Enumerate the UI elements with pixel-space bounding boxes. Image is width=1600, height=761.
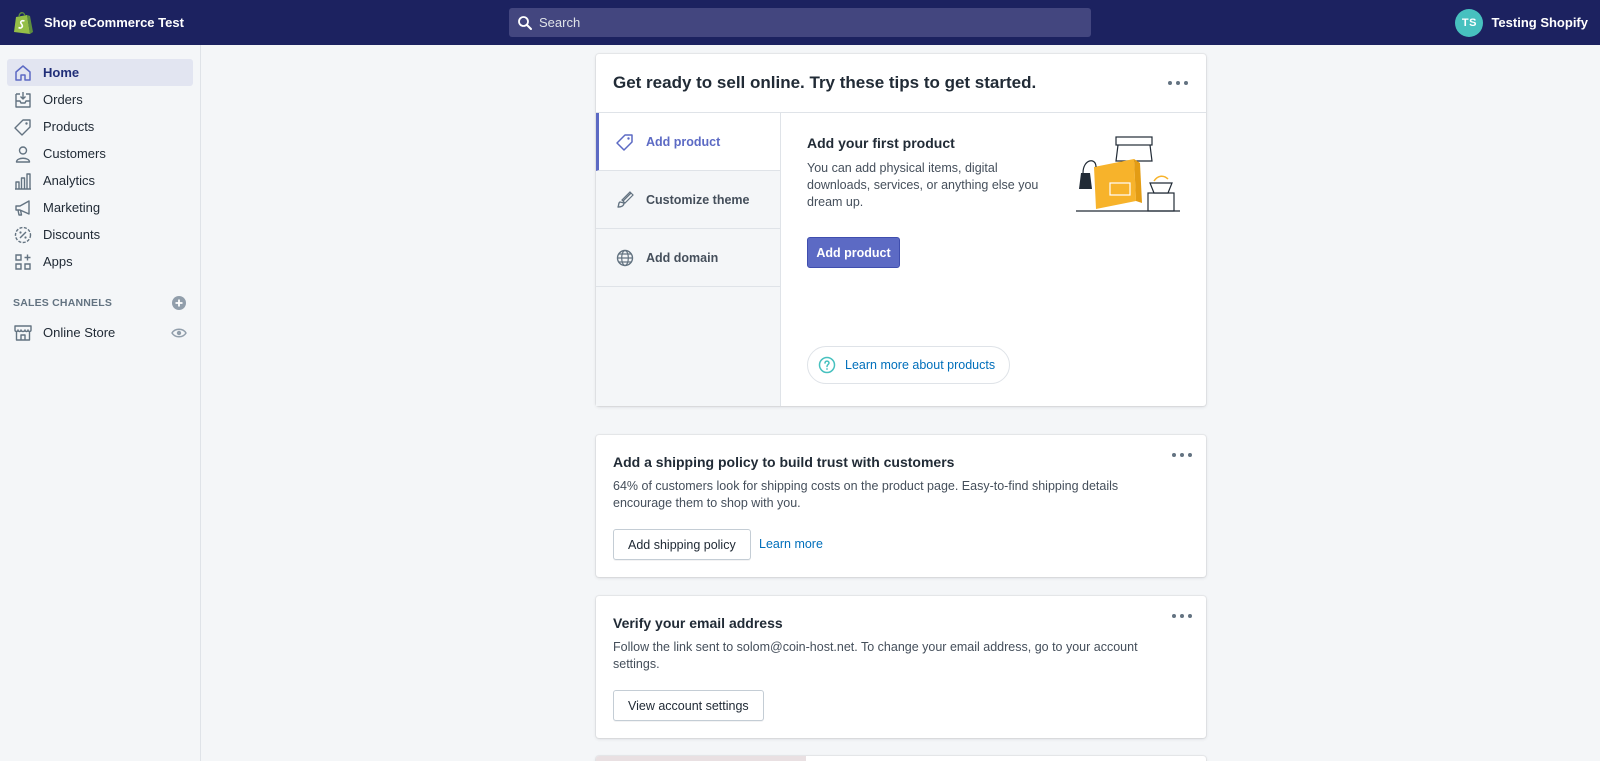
tab-add-domain[interactable]: Add domain [596, 229, 780, 287]
store-icon [14, 324, 32, 341]
globe-icon [616, 249, 634, 266]
brand[interactable]: Shop eCommerce Test [12, 0, 184, 45]
sidebar-item-discounts[interactable]: Discounts [7, 221, 193, 248]
sidebar: Home Orders Products Customers Analytics… [0, 45, 201, 761]
sidebar-item-label: Customers [43, 146, 106, 161]
sidebar-item-label: Apps [43, 254, 73, 269]
megaphone-icon [15, 199, 30, 216]
sidebar-nav: Home Orders Products Customers Analytics… [0, 45, 200, 275]
sidebar-item-label: Discounts [43, 227, 101, 242]
learn-more-link[interactable]: Learn more [759, 537, 823, 551]
sidebar-item-products[interactable]: Products [7, 113, 193, 140]
shipping-policy-card: Add a shipping policy to build trust wit… [596, 435, 1206, 577]
tag-icon [14, 118, 31, 136]
view-account-settings-button[interactable]: View account settings [613, 690, 764, 721]
more-actions-icon[interactable] [1172, 449, 1192, 461]
tab-add-product[interactable]: Add product [596, 113, 780, 171]
discount-icon [14, 226, 32, 243]
user-menu[interactable]: TS Testing Shopify [1455, 0, 1588, 45]
panel-description: You can add physical items, digital down… [807, 161, 1039, 209]
user-name: Testing Shopify [1491, 15, 1588, 30]
more-actions-icon[interactable] [1172, 610, 1192, 622]
tab-label: Add product [646, 134, 721, 149]
add-shipping-policy-button[interactable]: Add shipping policy [613, 529, 751, 560]
tips-card: Get ready to sell online. Try these tips… [596, 54, 1206, 406]
verify-email-card: Verify your email address Follow the lin… [596, 596, 1206, 738]
online-store-label: Online Store [43, 325, 116, 340]
tab-label: Customize theme [646, 192, 750, 207]
sales-channels-title: SALES CHANNELS [13, 297, 113, 309]
panel-title: Add your first product [807, 135, 955, 151]
avatar: TS [1455, 8, 1484, 37]
sidebar-item-apps[interactable]: Apps [7, 248, 193, 275]
tab-customize-theme[interactable]: Customize theme [596, 171, 780, 229]
orders-icon [15, 91, 31, 108]
card-image [596, 756, 806, 761]
shopify-logo-icon [14, 11, 33, 34]
sidebar-item-home[interactable]: Home [7, 59, 193, 86]
search-placeholder: Search [539, 15, 581, 30]
sidebar-item-label: Orders [43, 92, 83, 107]
shipping-card-description: 64% of customers look for shipping costs… [613, 479, 1119, 510]
paintbrush-icon [617, 190, 634, 208]
search-icon [518, 15, 532, 30]
add-channel-icon[interactable] [171, 295, 187, 311]
sidebar-item-analytics[interactable]: Analytics [7, 167, 193, 194]
bar-chart-icon [15, 172, 31, 190]
tips-tabs: Add product Customize theme Add domain [596, 113, 781, 406]
search-input[interactable]: Search [509, 8, 1091, 37]
tag-icon [616, 133, 633, 151]
apps-icon [15, 253, 31, 270]
more-actions-icon[interactable] [1168, 77, 1188, 89]
home-icon [15, 64, 31, 81]
tab-label: Add domain [646, 250, 719, 265]
sidebar-item-orders[interactable]: Orders [7, 86, 193, 113]
store-name: Shop eCommerce Test [44, 15, 184, 30]
product-illustration [1076, 136, 1180, 212]
tab-panel-add-product: Add your first product You can add physi… [807, 113, 1187, 406]
learn-more-products-link[interactable]: Learn more about products [807, 346, 1011, 384]
sidebar-item-label: Products [43, 119, 95, 134]
email-card-title: Verify your email address [613, 615, 783, 631]
help-circle-icon [818, 356, 836, 374]
sidebar-item-marketing[interactable]: Marketing [7, 194, 193, 221]
top-bar: Shop eCommerce Test Search TS Testing Sh… [0, 0, 1600, 45]
shipping-card-title: Add a shipping policy to build trust wit… [613, 454, 955, 470]
sidebar-item-label: Home [43, 65, 80, 80]
learn-more-products-text: Learn more about products [845, 358, 996, 372]
sidebar-item-label: Analytics [43, 173, 96, 188]
sales-channels-header: SALES CHANNELS [0, 293, 200, 313]
next-card [596, 756, 1206, 761]
person-icon [15, 145, 31, 163]
sidebar-item-label: Marketing [43, 200, 101, 215]
eye-icon[interactable] [171, 325, 187, 341]
add-product-button[interactable]: Add product [807, 237, 900, 268]
tips-card-title: Get ready to sell online. Try these tips… [613, 73, 1037, 92]
sidebar-item-online-store[interactable]: Online Store [7, 319, 193, 346]
email-card-description: Follow the link sent to solom@coin-host.… [613, 640, 1138, 671]
sidebar-item-customers[interactable]: Customers [7, 140, 193, 167]
